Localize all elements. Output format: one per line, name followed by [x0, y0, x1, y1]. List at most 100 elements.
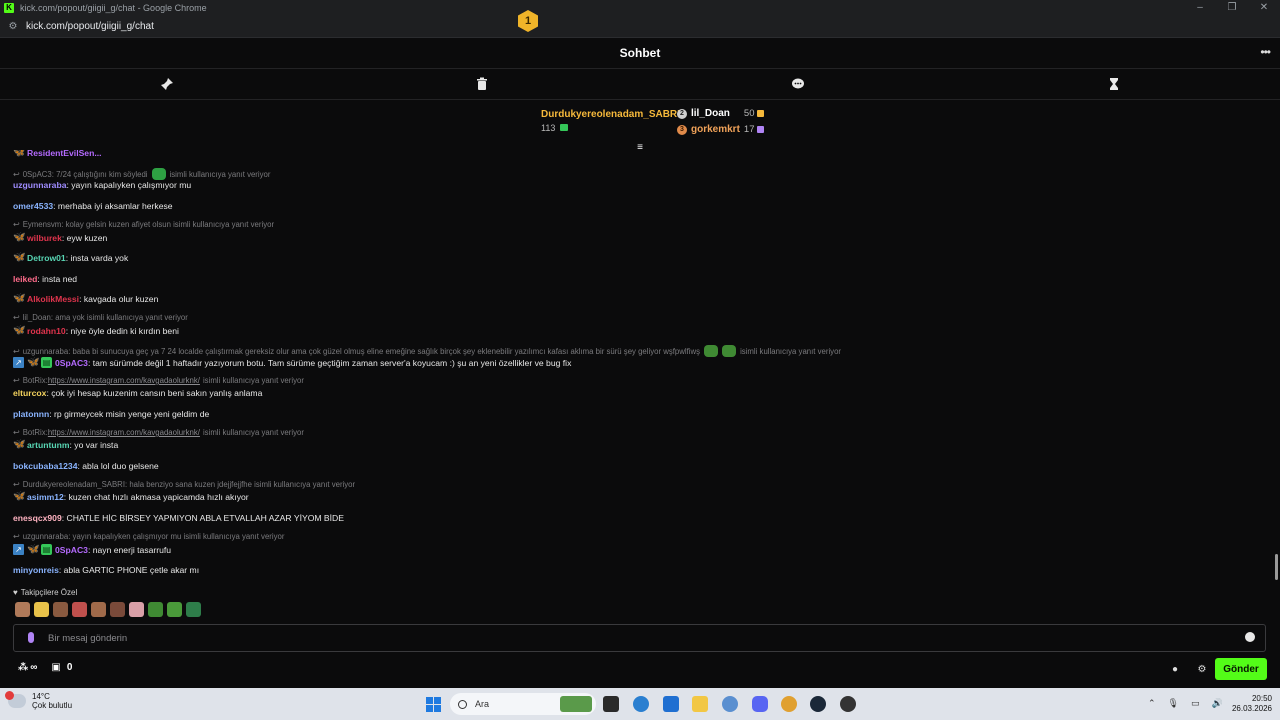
hourglass-icon[interactable]: [1107, 77, 1121, 91]
pepe-emote-icon: [704, 345, 719, 357]
reply-arrow-icon: ↩: [13, 313, 20, 322]
cloud-icon: [5, 691, 26, 708]
reply-context[interactable]: ↩ BotRix: https://www.instagram.com/kavg…: [13, 376, 304, 385]
volume-icon[interactable]: 🔊: [1212, 698, 1223, 709]
task-view-icon[interactable]: [603, 696, 619, 712]
gift-icon: [757, 126, 765, 133]
butterfly-badge-icon: 🦋: [13, 491, 26, 502]
reply-context[interactable]: ↩ uzgunnaraba: yayın kapalıyken çalışmıyo…: [13, 532, 284, 541]
leaderboard-rank-badge: 1: [518, 10, 538, 32]
instagram-link[interactable]: https://www.instagram.com/kavgadaolurknk…: [48, 428, 200, 437]
discord-icon[interactable]: [752, 696, 768, 712]
leaderboard-first-count: 113: [541, 123, 568, 133]
gear-icon[interactable]: ⚙: [1196, 664, 1208, 676]
followers-only-label: ♥ Takipçilere Özel: [13, 588, 78, 597]
address-bar[interactable]: ⚙ kick.com/popout/giigii_g/chat: [0, 16, 1280, 38]
chat-message-partial: 🦋 ResidentEvilSen...: [13, 150, 102, 158]
close-icon[interactable]: ✕: [1248, 0, 1280, 16]
chat-stats: ⁂ ∞ ▣ 0: [18, 662, 72, 673]
leaderboard-second[interactable]: 2 lil_Doan 50: [677, 108, 765, 119]
chevron-up-icon[interactable]: ⌃: [1148, 698, 1156, 709]
mod-toolbar: [0, 69, 1280, 100]
vip-badge-icon: ↗: [13, 357, 24, 368]
chat-scrollbar[interactable]: [1275, 554, 1278, 580]
chat-message: uzgunnaraba: yayın kapalıyken çalışmıyor…: [13, 180, 192, 190]
follower-emote-row: [15, 602, 205, 618]
reply-context[interactable]: ↩ Eymensvm: kolay gelsin kuzen afiyet ols…: [13, 220, 274, 229]
network-icon[interactable]: ▭: [1191, 698, 1200, 709]
emote-icon[interactable]: [15, 602, 30, 617]
send-button[interactable]: Gönder: [1215, 658, 1267, 680]
reply-context[interactable]: ↩ Durdukyereolenadam_SABRI: hala benziyo …: [13, 480, 355, 489]
emote-icon[interactable]: [129, 602, 144, 617]
reply-arrow-icon: ↩: [13, 480, 20, 489]
weather-widget[interactable]: 14°C Çok bulutlu: [5, 691, 73, 710]
windows-taskbar: 14°C Çok bulutlu Ara ⌃ 🎙 ▭ 🔊 20:50 26.03…: [0, 688, 1280, 720]
gift-box-icon[interactable]: ▣: [51, 662, 60, 673]
chrome-icon[interactable]: [781, 696, 797, 712]
chat-message: 🦋 wilburek: eyw kuzen: [13, 232, 108, 244]
store-icon[interactable]: [663, 696, 679, 712]
butterfly-badge-icon: 🦋: [13, 439, 26, 450]
chat-message: omer4533: merhaba iyi aksamlar herkese: [13, 201, 173, 211]
chat-message: ↗ 🦋 ▤ 0SpAC3: nayn enerji tasarrufu: [13, 544, 171, 555]
clock[interactable]: 20:50 26.03.2026: [1232, 694, 1272, 714]
file-explorer-icon[interactable]: [692, 696, 708, 712]
pepe-emote-icon[interactable]: [167, 602, 182, 617]
weather-text: Çok bulutlu: [32, 701, 73, 710]
leaderboard-third[interactable]: 3 gorkemkrt 17: [677, 124, 765, 135]
windows-start-icon[interactable]: [426, 697, 441, 712]
butterfly-badge-icon: 🦋: [13, 325, 26, 336]
emote-icon[interactable]: [91, 602, 106, 617]
system-tray: ⌃ 🎙 ▭ 🔊: [1148, 698, 1223, 709]
leaderboard-first-name[interactable]: Durdukyereolenadam_SABRI: [541, 109, 680, 120]
trash-icon[interactable]: [475, 77, 489, 91]
chat-message: leiked: insta ned: [13, 274, 78, 284]
window-controls: – ❐ ✕: [1184, 0, 1280, 16]
chat-bubble-icon[interactable]: [791, 77, 805, 91]
message-input[interactable]: [48, 629, 1228, 647]
emote-icon: [151, 168, 166, 180]
emote-icon[interactable]: [34, 602, 49, 617]
more-options-icon[interactable]: •••: [1260, 45, 1271, 59]
chat-settings-bubble-icon[interactable]: ●: [1169, 664, 1181, 676]
obs-icon[interactable]: [840, 696, 856, 712]
reply-context[interactable]: ↩ uzgunnaraba: baba bi sunucuya geç ya 7…: [13, 345, 841, 357]
chat-message: ↗ 🦋 ▤ 0SpAC3: tam sürümde değil 1 haftad…: [13, 357, 571, 368]
butterfly-badge-icon: 🦋: [13, 150, 26, 158]
pepe-emote-icon: [722, 345, 737, 357]
reply-context[interactable]: ↩ lil_Doan: ama yok isimli kullanıcıya ya…: [13, 313, 188, 322]
steam-icon[interactable]: [810, 696, 826, 712]
microphone-tray-icon[interactable]: 🎙: [1168, 698, 1179, 709]
pin-icon[interactable]: [160, 77, 174, 91]
chat-message: elturcox: çok iyi hesap kuızenim cansın …: [13, 388, 263, 398]
taskbar-search[interactable]: Ara: [450, 693, 596, 715]
pepe-emote-icon[interactable]: [148, 602, 163, 617]
emote-icon[interactable]: [53, 602, 68, 617]
search-highlight-icon: [560, 696, 592, 712]
subscriber-badge-icon: ▤: [41, 544, 52, 555]
chat-message: 🦋 rodahn10: niye öyle dedin ki kırdın be…: [13, 325, 179, 337]
infinity-icon: ∞: [30, 662, 38, 673]
maximize-icon[interactable]: ❐: [1216, 0, 1248, 16]
minimize-icon[interactable]: –: [1184, 0, 1216, 16]
reply-context[interactable]: ↩ 0SpAC3: 7/24 çalıştığını kim söyledi i…: [13, 168, 270, 180]
gift-leaderboard: [0, 100, 1280, 146]
search-icon: [458, 699, 467, 709]
emote-icon[interactable]: [110, 602, 125, 617]
emote-icon[interactable]: [72, 602, 87, 617]
site-settings-icon[interactable]: ⚙: [6, 21, 20, 32]
reply-arrow-icon: ↩: [13, 428, 20, 437]
points-icon[interactable]: ⁂: [18, 662, 28, 673]
chat-message: 🦋 artuntunm: yo var insta: [13, 439, 119, 451]
chat-input-box[interactable]: [13, 624, 1266, 652]
pepe-emote-icon[interactable]: [186, 602, 201, 617]
emoji-picker-icon[interactable]: [1245, 632, 1255, 642]
reply-context[interactable]: ↩ BotRix: https://www.instagram.com/kavg…: [13, 428, 304, 437]
settings-app-icon[interactable]: [722, 696, 738, 712]
edge-icon[interactable]: [633, 696, 649, 712]
instagram-link[interactable]: https://www.instagram.com/kavgadaolurknk…: [48, 376, 200, 385]
butterfly-badge-icon: 🦋: [13, 293, 26, 304]
microphone-icon[interactable]: [28, 632, 34, 643]
url-text[interactable]: kick.com/popout/giigii_g/chat: [26, 21, 154, 32]
